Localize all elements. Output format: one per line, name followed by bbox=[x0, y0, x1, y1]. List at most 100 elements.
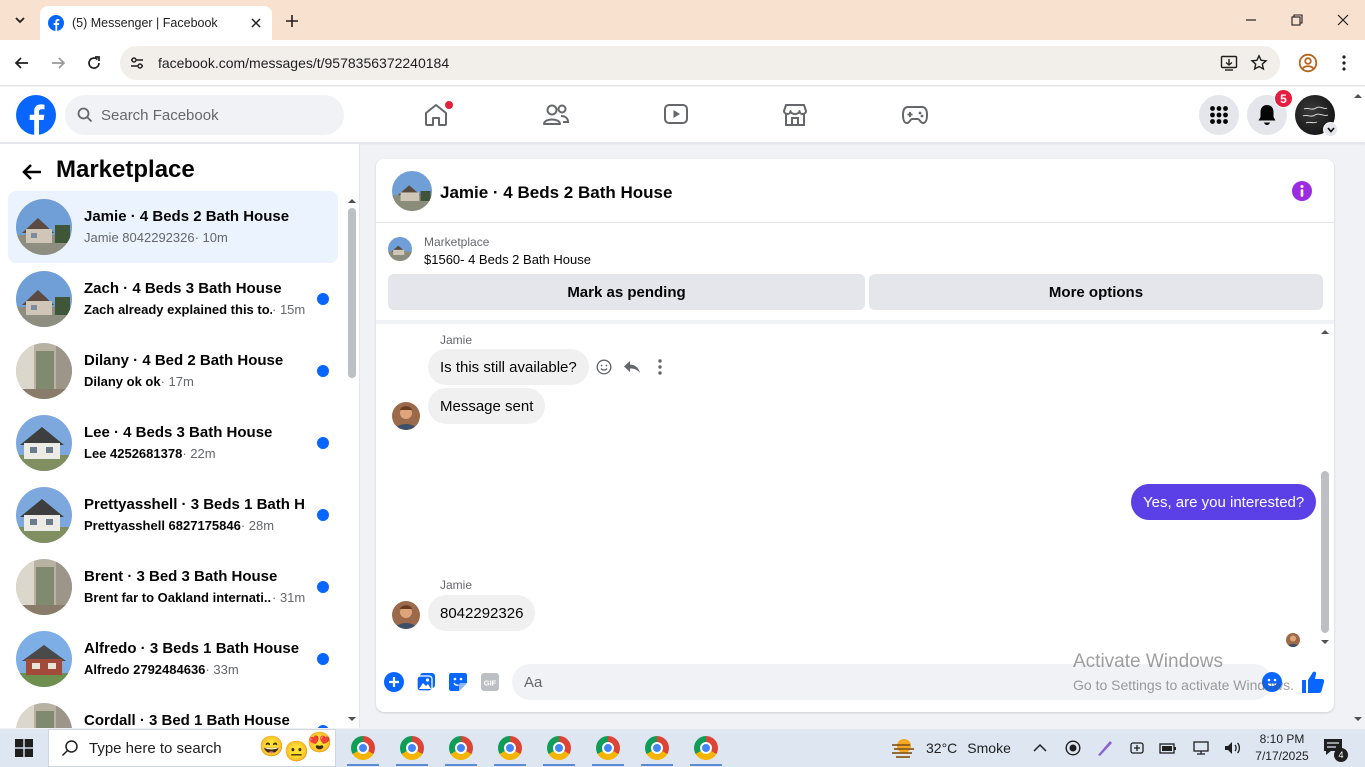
taskbar-chrome-window[interactable] bbox=[486, 729, 534, 767]
tray-meet-button[interactable] bbox=[1127, 738, 1147, 758]
listing-price: $1560- 4 Beds 2 Bath House bbox=[424, 252, 591, 267]
browser-menu-button[interactable] bbox=[1332, 49, 1356, 77]
back-button[interactable] bbox=[8, 49, 36, 77]
browser-tab-active[interactable]: (5) Messenger | Facebook bbox=[40, 6, 272, 40]
restore-button[interactable] bbox=[1274, 0, 1320, 40]
smiley-icon bbox=[596, 359, 612, 375]
account-avatar[interactable] bbox=[1295, 95, 1338, 137]
conversation-item[interactable]: Dilany · 4 Bed 2 Bath House Dilany ok ok ·… bbox=[8, 335, 338, 407]
taskbar-chrome-window[interactable] bbox=[633, 729, 681, 767]
thread-scroll-down-icon[interactable] bbox=[1320, 637, 1330, 647]
sticker-button[interactable] bbox=[446, 670, 470, 694]
facebook-search[interactable] bbox=[65, 95, 344, 135]
inbox-scroll-up-icon[interactable] bbox=[347, 196, 357, 206]
react-button[interactable] bbox=[592, 355, 616, 379]
site-info-button[interactable] bbox=[124, 50, 150, 76]
sender-avatar[interactable] bbox=[392, 601, 420, 629]
nav-friends[interactable] bbox=[500, 91, 612, 139]
menu-button[interactable] bbox=[1199, 95, 1239, 135]
tray-pen-button[interactable] bbox=[1095, 738, 1115, 758]
conversation-item[interactable]: Alfredo · 3 Beds 1 Bath House Alfredo 279… bbox=[8, 623, 338, 695]
thumbs-up-icon[interactable] bbox=[1300, 669, 1326, 695]
nav-video[interactable] bbox=[620, 91, 732, 139]
friends-icon bbox=[543, 104, 570, 125]
conversation-thumbnail bbox=[16, 199, 72, 255]
inbox-scrollbar-thumb[interactable] bbox=[348, 208, 356, 378]
taskbar-chrome-window[interactable] bbox=[339, 729, 387, 767]
conversation-item[interactable]: Brent · 3 Bed 3 Bath House Brent far to O… bbox=[8, 551, 338, 623]
conversation-item[interactable]: Prettyasshell · 3 Beds 1 Bath H... Pretty… bbox=[8, 479, 338, 551]
gif-button[interactable]: GIF bbox=[478, 670, 502, 694]
mark-as-pending-button[interactable]: Mark as pending bbox=[388, 274, 865, 310]
account-menu-chevron[interactable] bbox=[1323, 122, 1338, 137]
conversation-preview: Jamie 8042292326 bbox=[84, 230, 195, 245]
sender-avatar[interactable] bbox=[392, 402, 420, 430]
search-highlight-emoji-icon: 😐 bbox=[284, 741, 309, 763]
taskbar-chrome-window[interactable] bbox=[535, 729, 583, 767]
more-options-button[interactable]: More options bbox=[869, 274, 1323, 310]
page-scroll-up-icon[interactable] bbox=[1353, 91, 1363, 101]
reply-button[interactable] bbox=[620, 355, 644, 379]
outgoing-message[interactable]: Yes, are you interested? bbox=[1131, 484, 1317, 520]
taskbar-chrome-window[interactable] bbox=[388, 729, 436, 767]
nav-marketplace[interactable] bbox=[739, 91, 851, 139]
browser-profile-button[interactable] bbox=[1294, 49, 1322, 77]
action-center-button[interactable]: 4 bbox=[1322, 737, 1348, 762]
show-hidden-icons-button[interactable] bbox=[1030, 738, 1050, 758]
conversation-item[interactable]: Cordall · 3 Bed 1 Bath House bbox=[8, 695, 338, 728]
conversation-item[interactable]: Zach · 4 Beds 3 Bath House Zach already e… bbox=[8, 263, 338, 335]
taskbar-chrome-window[interactable] bbox=[682, 729, 730, 767]
tab-search-button[interactable] bbox=[6, 7, 34, 33]
conversation-item[interactable]: Jamie · 4 Beds 2 Bath House Jamie 8042292… bbox=[8, 191, 338, 263]
tray-volume-button[interactable] bbox=[1222, 738, 1242, 758]
message-input[interactable] bbox=[512, 664, 1272, 700]
unread-indicator bbox=[317, 581, 329, 593]
start-button[interactable] bbox=[0, 729, 48, 767]
facebook-favicon-icon bbox=[48, 15, 64, 31]
tray-record-button[interactable] bbox=[1063, 738, 1083, 758]
taskbar-search[interactable]: 😄 😐 😍 bbox=[48, 729, 336, 767]
nav-gaming[interactable] bbox=[859, 91, 971, 139]
reload-button[interactable] bbox=[80, 49, 108, 77]
thread-scrollbar-thumb[interactable] bbox=[1321, 471, 1329, 633]
incoming-message[interactable]: Is this still available? bbox=[428, 349, 589, 385]
notifications-button[interactable]: 5 bbox=[1247, 89, 1293, 135]
minimize-icon bbox=[1246, 19, 1256, 21]
info-icon[interactable] bbox=[1292, 181, 1312, 201]
conversation-name: Prettyasshell · 3 Beds 1 Bath H... bbox=[84, 496, 306, 513]
facebook-search-input[interactable] bbox=[101, 106, 321, 124]
bookmark-button[interactable] bbox=[1244, 48, 1274, 78]
nav-home[interactable] bbox=[380, 91, 492, 139]
taskbar-search-input[interactable] bbox=[89, 739, 249, 757]
taskbar-clock[interactable]: 8:10 PM 7/17/2025 bbox=[1250, 731, 1314, 765]
conversation-item[interactable]: Lee · 4 Beds 3 Bath House Lee 4252681378 ·… bbox=[8, 407, 338, 479]
tray-battery-button[interactable] bbox=[1158, 738, 1178, 758]
weather-widget[interactable]: 32°C Smoke bbox=[890, 729, 1011, 767]
emoji-icon[interactable] bbox=[1262, 672, 1282, 692]
inbox-scroll-down-icon[interactable] bbox=[347, 714, 357, 724]
tab-close-button[interactable] bbox=[248, 15, 264, 31]
install-app-button[interactable] bbox=[1214, 48, 1244, 78]
incoming-message[interactable]: 8042292326 bbox=[428, 595, 536, 631]
facebook-logo-icon[interactable] bbox=[16, 95, 56, 135]
inbox-title: Marketplace bbox=[56, 156, 195, 183]
tray-network-button[interactable] bbox=[1191, 738, 1211, 758]
page-scroll-down-icon[interactable] bbox=[1353, 714, 1363, 724]
close-window-button[interactable] bbox=[1320, 0, 1365, 40]
address-bar[interactable]: facebook.com/messages/t/9578356372240184 bbox=[120, 46, 1280, 80]
new-tab-button[interactable] bbox=[280, 9, 304, 33]
thread-scroll-up-icon[interactable] bbox=[1320, 327, 1330, 337]
back-to-chats-button[interactable] bbox=[18, 158, 46, 186]
forward-button[interactable] bbox=[44, 49, 72, 77]
message-more-button[interactable] bbox=[648, 355, 672, 379]
more-actions-button[interactable] bbox=[382, 670, 406, 694]
taskbar-chrome-window[interactable] bbox=[584, 729, 632, 767]
taskbar-chrome-window[interactable] bbox=[437, 729, 485, 767]
incoming-message[interactable]: Message sent bbox=[428, 388, 546, 424]
grid-menu-icon bbox=[1210, 106, 1228, 124]
minimize-button[interactable] bbox=[1228, 0, 1274, 40]
conversation-preview: Alfredo 2792484636 bbox=[84, 662, 206, 677]
chrome-icon bbox=[351, 736, 375, 760]
attach-photo-button[interactable] bbox=[414, 670, 438, 694]
chat-listing-thumbnail[interactable] bbox=[392, 171, 432, 211]
